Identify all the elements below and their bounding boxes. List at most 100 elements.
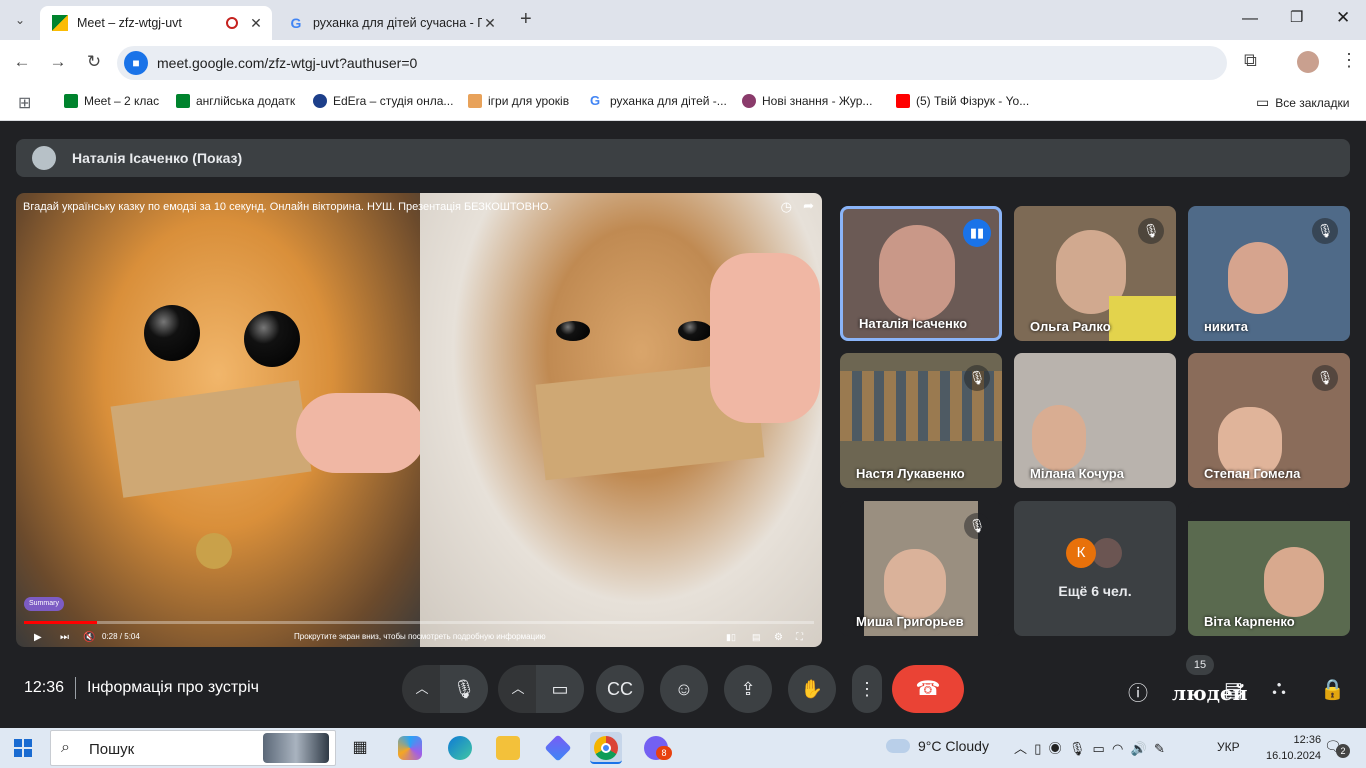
bookmark-item[interactable]: ігри для уроків [468,94,569,108]
input-language[interactable]: УКР [1217,740,1240,754]
new-tab-button[interactable]: + [520,8,532,31]
participant-tile[interactable]: 🎙 Миша Григорьев [840,501,1002,636]
apps-grid-icon[interactable]: ⊞ [18,93,31,113]
games-icon [468,94,482,108]
bookmark-item[interactable]: Meet – 2 клас [64,94,159,108]
participant-video [1032,405,1086,471]
participant-tile[interactable]: Віта Карпенко [1188,501,1350,636]
camera-icon[interactable]: ■ [124,51,148,75]
taskbar-search[interactable]: ⌕ Пошук [50,730,336,766]
all-bookmarks[interactable]: ▭ Все закладки [1256,94,1349,111]
task-view-icon[interactable]: ▦ [348,736,372,760]
watch-later-icon[interactable]: ◷ [781,199,792,215]
raise-hand-button[interactable]: ✋ [788,665,836,713]
notifications-icon[interactable]: 🗨 2 [1324,738,1350,758]
autoplay-toggle-icon[interactable]: ▮▯ [726,632,736,643]
meeting-info-link[interactable]: Інформація про зустріч [87,679,259,697]
microphone-button[interactable]: 🎙 [440,665,488,713]
video-options-chevron-icon[interactable]: ︿ [498,665,538,713]
menu-icon[interactable]: ⋮ [1340,50,1358,71]
more-options-button[interactable]: ⋮ [852,665,882,713]
mute-icon[interactable]: 🔇 [83,632,95,643]
presenter-name: Наталія Ісаченко (Показ) [72,150,243,166]
participant-name: Наталія Ісаченко [859,316,968,331]
minimize-button[interactable]: — [1242,10,1258,28]
file-explorer-icon[interactable] [496,736,520,760]
app-icon[interactable] [544,734,572,762]
camera-button[interactable]: ▭ [536,665,584,713]
weather[interactable]: 9°C Cloudy [918,738,989,754]
video-progress[interactable] [24,621,814,624]
fullscreen-icon[interactable]: ⛶ [796,632,803,643]
bookmark-item[interactable]: Нові знання - Жур... [742,94,872,108]
meet-app: Наталія Ісаченко (Показ) Вгадай українсь… [0,121,1366,728]
paper-mouth [110,380,312,498]
more-participants-tile[interactable]: К Ещё 6 чел. [1014,501,1176,636]
bookmark-item[interactable]: EdEra – студія онла... [313,94,453,108]
mic-off-icon: 🎙 [1312,365,1338,391]
participant-tile[interactable]: 🎙 Степан Гомела [1188,353,1350,488]
folder-icon: ▭ [1256,94,1270,110]
google-favicon-icon: G [290,15,302,31]
summary-badge[interactable]: Summary [24,597,64,611]
tab-search[interactable]: G руханка для дітей сучасна - По ✕ [276,6,506,40]
extensions-icon[interactable]: ⧉ [1244,50,1257,71]
profile-avatar[interactable] [1297,51,1319,73]
tab-meet[interactable]: Meet – zfz-wtgj-uvt ✕ [40,6,272,40]
taskbar-clock[interactable]: 12:36 16.10.2024 [1266,732,1321,764]
mic-off-icon: 🎙 [964,365,990,391]
activities-icon[interactable]: ⛬ [1272,677,1286,700]
system-tray[interactable]: ︿ ▯ ◉ 🎙 ▭ ◠ 🔊 ✎ [1014,738,1165,757]
meet-icon [176,94,190,108]
participant-name: Миша Григорьев [856,614,964,629]
copilot-icon[interactable] [398,736,422,760]
info-icon[interactable]: ⓘ [1128,677,1148,706]
settings-icon[interactable]: ⚙ [774,632,783,643]
video-title: Вгадай українську казку по емодзі за 10 … [23,201,552,213]
back-button[interactable]: ← [10,50,34,74]
video-progress-fill [24,621,98,624]
address-bar[interactable]: ■ meet.google.com/zfz-wtgj-uvt?authuser=… [117,46,1227,80]
bell [196,533,232,569]
share-icon[interactable]: ➦ [803,198,814,214]
mic-off-icon: 🎙 [964,513,990,539]
audio-options-chevron-icon[interactable]: ︿ [402,665,442,713]
viber-icon[interactable]: 8 [644,736,672,760]
bookmarks-bar: ⊞ Meet – 2 клас англійська додатк EdEra … [0,85,1366,121]
windows-start-icon[interactable] [14,739,32,757]
play-icon[interactable]: ▶ [34,632,42,643]
captions-button[interactable]: CC [596,665,644,713]
scroll-hint: Прокрутите экран вниз, чтобы посмотреть … [294,632,546,641]
next-icon[interactable]: ⏭ [60,632,69,643]
tab-search-chevron-icon[interactable]: ⌄ [8,8,32,32]
participant-tile[interactable]: 🎙 Ольга Ралко [1014,206,1176,341]
reactions-button[interactable]: ☺ [660,665,708,713]
people-label[interactable]: людей [1172,681,1248,705]
restore-button[interactable]: ❐ [1290,8,1303,26]
google-icon: G [590,93,601,108]
mic-off-icon: 🎙 [1312,218,1338,244]
captions-icon[interactable]: ▤ [752,632,761,643]
host-controls-icon[interactable]: 🔒 [1320,677,1345,702]
reload-button[interactable]: ↻ [82,50,106,74]
leave-call-button[interactable]: ☎ [892,665,964,713]
close-window-button[interactable]: ✕ [1336,8,1350,28]
participant-tile[interactable]: Мілана Кочура [1014,353,1176,488]
divider [75,677,76,699]
bookmark-item[interactable]: Gруханка для дітей -... [590,93,727,109]
shared-screen[interactable]: Вгадай українську казку по емодзі за 10 … [16,193,822,647]
bookmark-item[interactable]: (5) Твій Фізрук - Yo... [896,94,1029,108]
forward-button[interactable]: → [46,50,70,74]
participant-tile[interactable]: 🎙 Настя Лукавенко [840,353,1002,488]
tab-close-icon[interactable]: ✕ [482,15,498,32]
present-button[interactable]: ⇪ [724,665,772,713]
meet-favicon-icon [52,15,68,31]
chrome-icon[interactable] [590,732,622,764]
cat-eye [556,321,590,341]
participant-tile[interactable]: ▮▮ Наталія Ісаченко [840,206,1002,341]
edge-icon[interactable] [448,736,472,760]
bookmark-item[interactable]: англійська додатк [176,94,295,108]
journal-icon [742,94,756,108]
participant-tile[interactable]: 🎙 никита [1188,206,1350,341]
tab-close-icon[interactable]: ✕ [248,15,264,32]
